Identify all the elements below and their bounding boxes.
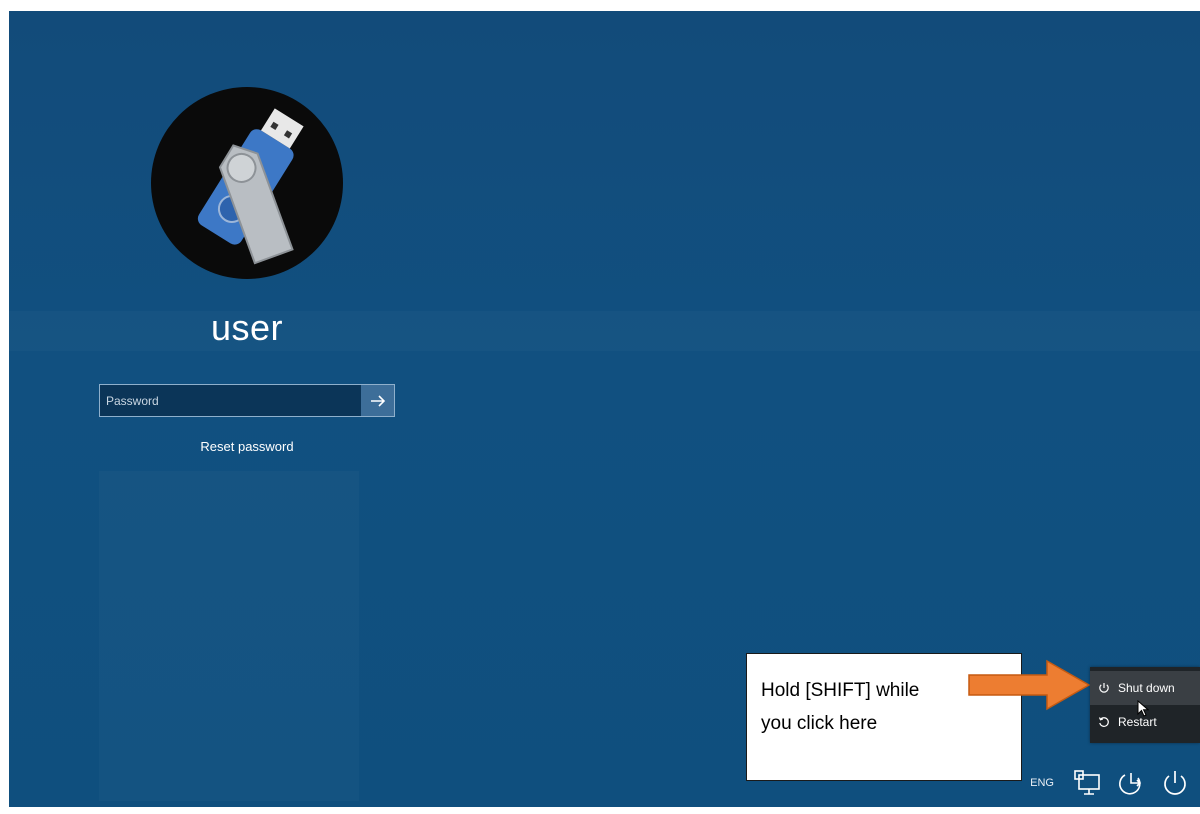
- network-button[interactable]: [1072, 768, 1102, 798]
- lock-screen: user Reset password Hold [SHIFT] while y…: [9, 11, 1200, 807]
- ease-of-access-icon: [1119, 773, 1142, 795]
- arrow-right-icon: [370, 394, 385, 407]
- mouse-cursor: [1137, 700, 1149, 717]
- system-tray: ENG: [1030, 767, 1190, 799]
- power-icon: [1090, 682, 1118, 694]
- reset-password-link[interactable]: Reset password: [147, 439, 347, 454]
- network-icon: [1074, 770, 1100, 795]
- shutdown-label: Shut down: [1118, 681, 1175, 695]
- callout-arrow: [968, 659, 1091, 711]
- password-box: [99, 384, 395, 417]
- password-input[interactable]: [100, 385, 361, 416]
- restart-icon: [1090, 716, 1118, 728]
- language-indicator[interactable]: ENG: [1030, 777, 1054, 789]
- power-button[interactable]: [1160, 768, 1190, 798]
- username-label: user: [210, 307, 284, 348]
- submit-button[interactable]: [361, 385, 394, 416]
- ease-of-access-button[interactable]: [1116, 768, 1146, 798]
- usb-drive-image: [197, 108, 304, 265]
- background-panel: [99, 471, 359, 801]
- power-icon: [1164, 771, 1186, 795]
- user-avatar: [151, 87, 343, 279]
